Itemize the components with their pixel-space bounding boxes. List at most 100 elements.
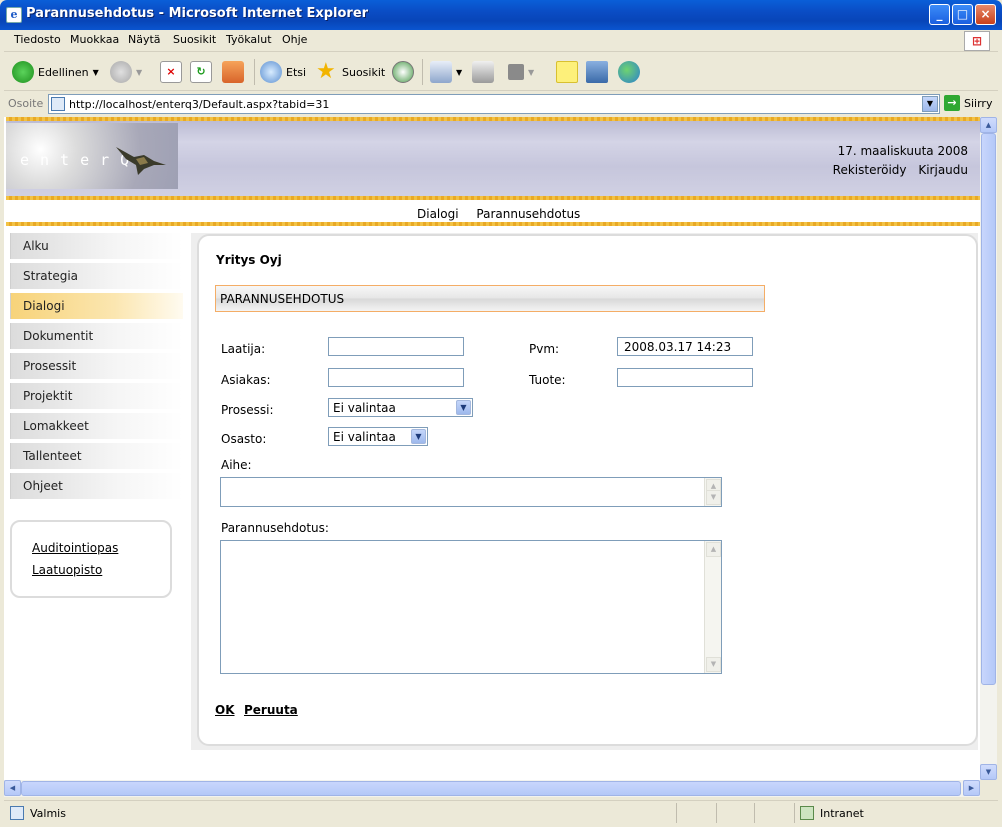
back-arrow-icon	[12, 61, 34, 83]
scroll-up-icon[interactable]: ▲	[980, 117, 997, 133]
sidebar-item-label: Ohjeet	[23, 479, 63, 493]
sidebar-item-alku[interactable]: Alku	[10, 233, 183, 259]
scroll-down-icon[interactable]: ▼	[706, 490, 721, 505]
eagle-logo-icon	[116, 147, 166, 175]
sidebar-item-ohjeet[interactable]: Ohjeet	[10, 473, 183, 499]
maximize-button[interactable]: □	[952, 4, 973, 25]
sidebar-item-dokumentit[interactable]: Dokumentit	[10, 323, 183, 349]
scroll-up-icon[interactable]: ▲	[706, 542, 721, 557]
print-button[interactable]	[472, 59, 494, 85]
breadcrumb: Dialogi Parannusehdotus	[417, 207, 594, 221]
menu-edit[interactable]: Muokkaa	[70, 33, 119, 46]
department-select[interactable]: Ei valintaa ▼	[328, 427, 428, 446]
history-button[interactable]	[392, 59, 414, 85]
scroll-thumb[interactable]	[21, 781, 961, 796]
page-horizontal-scrollbar[interactable]: ◀ ▶	[4, 780, 980, 797]
scroll-left-icon[interactable]: ◀	[4, 780, 21, 796]
go-button[interactable]: → Siirry	[944, 95, 992, 111]
discuss-button[interactable]	[556, 59, 578, 85]
search-button[interactable]: Etsi	[260, 59, 306, 85]
minimize-button[interactable]: _	[929, 4, 950, 25]
suggestion-textarea[interactable]: ▲ ▼	[220, 540, 722, 674]
process-select[interactable]: Ei valintaa ▼	[328, 398, 473, 417]
go-arrow-icon: →	[944, 95, 960, 111]
menu-file[interactable]: Tiedosto	[14, 33, 61, 46]
sidebar-item-projektit[interactable]: Projektit	[10, 383, 183, 409]
sidebar-item-label: Projektit	[23, 389, 73, 403]
forward-arrow-icon	[110, 61, 132, 83]
chevron-down-icon[interactable]: ▼	[456, 68, 462, 77]
scroll-down-icon[interactable]: ▼	[980, 764, 997, 780]
site-logo[interactable]: enterQ	[6, 123, 178, 189]
top-links: Rekisteröidy Kirjaudu	[825, 163, 968, 177]
sidebar-item-prosessit[interactable]: Prosessit	[10, 353, 183, 379]
breadcrumb-dialogi[interactable]: Dialogi	[417, 207, 459, 221]
author-input[interactable]	[328, 337, 464, 356]
window-title: Parannusehdotus - Microsoft Internet Exp…	[26, 6, 369, 21]
current-date: 17. maaliskuuta 2008	[837, 144, 968, 158]
ok-button[interactable]: OK	[215, 703, 235, 717]
status-bar: Valmis Intranet	[4, 800, 998, 824]
author-label: Laatija:	[221, 342, 266, 356]
chevron-down-icon[interactable]: ▼	[411, 429, 426, 444]
breadcrumb-parannusehdotus[interactable]: Parannusehdotus	[476, 207, 580, 221]
address-bar: Osoite http://localhost/enterq3/Default.…	[4, 92, 998, 116]
main-panel: Yritys Oyj PARANNUSEHDOTUS Laatija: Pvm:…	[191, 233, 978, 750]
sidebar-item-tallenteet[interactable]: Tallenteet	[10, 443, 183, 469]
cancel-button[interactable]: Peruuta	[244, 703, 298, 717]
stop-button[interactable]: ×	[160, 59, 182, 85]
scroll-down-icon[interactable]: ▼	[706, 657, 721, 672]
messenger-icon	[618, 61, 640, 83]
scroll-thumb[interactable]	[981, 133, 996, 685]
scrollbar[interactable]: ▲ ▼	[704, 541, 721, 673]
close-button[interactable]: ×	[975, 4, 996, 25]
scroll-right-icon[interactable]: ▶	[963, 780, 980, 796]
section-title: PARANNUSEHDOTUS	[220, 292, 345, 306]
address-url[interactable]: http://localhost/enterq3/Default.aspx?ta…	[69, 98, 329, 111]
page-vertical-scrollbar[interactable]: ▲ ▼	[980, 117, 997, 780]
company-name: Yritys Oyj	[216, 253, 282, 267]
page-status-icon	[10, 806, 24, 820]
menu-view[interactable]: Näytä	[128, 33, 161, 46]
back-button[interactable]: Edellinen ▼	[12, 59, 99, 85]
chevron-down-icon[interactable]: ▼	[456, 400, 471, 415]
sidebar-nav: Alku Strategia Dialogi Dokumentit Proses…	[10, 233, 185, 503]
address-input[interactable]: http://localhost/enterq3/Default.aspx?ta…	[48, 94, 940, 114]
mail-button[interactable]: ▼	[430, 59, 462, 85]
toolbar: Edellinen ▼ ▼ × ↻ Etsi ★ Suosikit ▼ ▼	[4, 53, 998, 91]
date-input[interactable]	[617, 337, 753, 356]
menu-favorites[interactable]: Suosikit	[173, 33, 216, 46]
edit-button[interactable]: ▼	[508, 59, 534, 85]
sidebar-item-strategia[interactable]: Strategia	[10, 263, 183, 289]
printer-icon	[472, 61, 494, 83]
link-laatuopisto[interactable]: Laatuopisto	[32, 563, 102, 577]
sidebar-links-box: Auditointiopas Laatuopisto	[10, 520, 172, 598]
product-input[interactable]	[617, 368, 753, 387]
register-link[interactable]: Rekisteröidy	[833, 163, 907, 177]
favorites-button[interactable]: ★ Suosikit	[316, 59, 385, 85]
chevron-down-icon[interactable]: ▼	[136, 68, 142, 77]
forward-button[interactable]: ▼	[110, 59, 142, 85]
status-left: Valmis	[10, 806, 66, 820]
form-card: Yritys Oyj PARANNUSEHDOTUS Laatija: Pvm:…	[197, 234, 978, 746]
department-select-value: Ei valintaa	[333, 430, 396, 444]
sidebar-item-dialogi[interactable]: Dialogi	[10, 293, 183, 319]
chevron-down-icon[interactable]: ▼	[93, 68, 99, 77]
back-label: Edellinen	[38, 65, 89, 79]
sidebar-item-lomakkeet[interactable]: Lomakkeet	[10, 413, 183, 439]
research-button[interactable]	[586, 59, 608, 85]
scrollbar[interactable]: ▲ ▼	[704, 478, 721, 506]
window-title-bar[interactable]: e Parannusehdotus - Microsoft Internet E…	[0, 0, 1002, 30]
link-auditointiopas[interactable]: Auditointiopas	[32, 541, 118, 555]
login-link[interactable]: Kirjaudu	[918, 163, 968, 177]
messenger-button[interactable]	[618, 59, 640, 85]
chevron-down-icon[interactable]: ▼	[922, 96, 938, 112]
menu-tools[interactable]: Työkalut	[226, 33, 272, 46]
home-button[interactable]	[222, 59, 244, 85]
refresh-button[interactable]: ↻	[190, 59, 212, 85]
menu-help[interactable]: Ohje	[282, 33, 307, 46]
customer-input[interactable]	[328, 368, 464, 387]
research-icon	[586, 61, 608, 83]
subject-textarea[interactable]: ▲ ▼	[220, 477, 722, 507]
chevron-down-icon[interactable]: ▼	[528, 68, 534, 77]
